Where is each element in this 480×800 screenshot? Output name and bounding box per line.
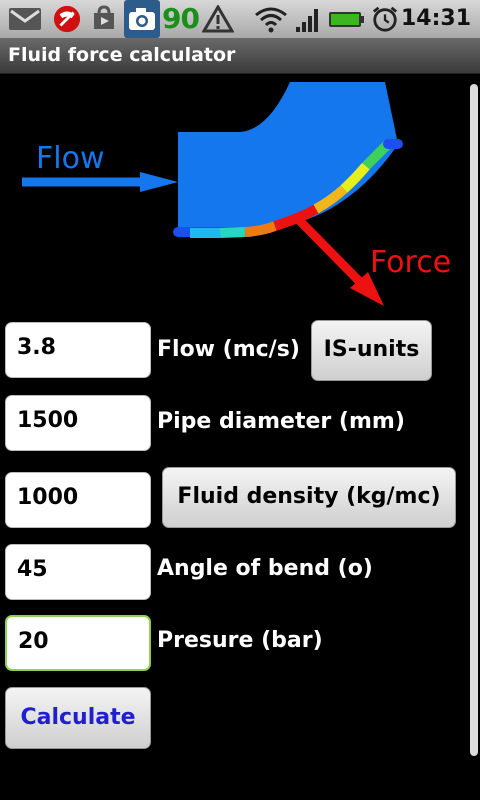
force-arrow xyxy=(294,215,366,288)
flow-input[interactable]: 3.8 xyxy=(5,322,151,378)
gmail-icon xyxy=(9,8,41,30)
missed-call-icon xyxy=(53,5,81,33)
density-input[interactable]: 1000 xyxy=(5,472,151,528)
pipe-bend-diagram: Flow Force xyxy=(22,82,451,306)
status-time: 14:31 xyxy=(400,6,471,31)
fluid-density-button[interactable]: Fluid density (kg/mc) xyxy=(162,467,456,528)
wifi-icon xyxy=(255,7,287,33)
angle-input[interactable]: 45 xyxy=(5,544,151,600)
alarm-icon xyxy=(372,6,398,32)
diameter-input[interactable]: 1500 xyxy=(5,395,151,451)
warning-icon xyxy=(202,5,234,33)
force-label: Force xyxy=(370,245,451,280)
flow-label: Flow xyxy=(36,141,104,176)
camera-icon xyxy=(124,0,160,38)
calculate-button[interactable]: Calculate xyxy=(5,687,151,749)
diameter-label: Pipe diameter (mm) xyxy=(157,409,405,434)
play-store-icon xyxy=(94,5,114,29)
battery-icon xyxy=(329,12,364,27)
app-title: Fluid force calculator xyxy=(8,44,236,66)
pressure-input[interactable]: 20 xyxy=(5,615,151,671)
app-title-bar: Fluid force calculator xyxy=(0,38,480,74)
status-bar: 90 14:31 xyxy=(0,0,480,38)
battery-level: 90 xyxy=(162,2,200,35)
pipe-body xyxy=(178,82,398,232)
angle-label: Angle of bend (o) xyxy=(157,556,373,581)
units-button[interactable]: IS-units xyxy=(311,320,432,381)
signal-icon xyxy=(296,9,318,32)
scrollbar[interactable] xyxy=(470,84,478,756)
flow-label-text: Flow (mc/s) xyxy=(157,337,300,362)
pressure-label: Presure (bar) xyxy=(157,628,323,653)
